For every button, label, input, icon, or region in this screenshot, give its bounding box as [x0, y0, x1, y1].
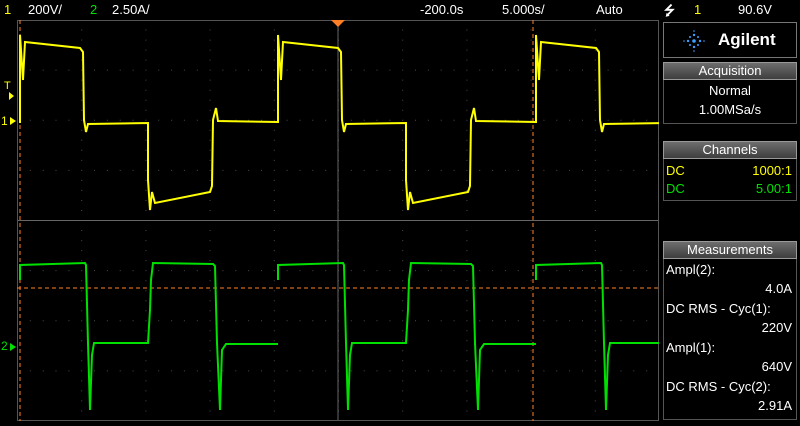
ch1-scale[interactable]: 200V/	[28, 2, 62, 17]
ch1-number[interactable]: 1	[4, 2, 11, 17]
trigger-marker-arrow-icon	[9, 92, 14, 100]
measurements-header[interactable]: Measurements	[663, 241, 797, 259]
meas-label-dcrms-1: DC RMS - Cyc(1):	[666, 301, 771, 316]
waveform-canvas[interactable]	[17, 19, 795, 422]
channels-section[interactable]: DC 1000:1 DC 5.00:1	[663, 159, 797, 201]
trigger-level[interactable]: 90.6V	[738, 2, 772, 17]
side-panel: Agilent Acquisition Normal 1.00MSa/s Cha…	[661, 22, 799, 420]
brand-logo: Agilent	[663, 22, 797, 58]
trigger-source[interactable]: 1	[694, 2, 701, 17]
ch2-number[interactable]: 2	[90, 2, 97, 17]
meas-value-dcrms-1: 220V	[761, 320, 792, 335]
measurements-section[interactable]: Ampl(2): 4.0A DC RMS - Cyc(1): 220V Ampl…	[663, 259, 797, 420]
ch2-waveform	[19, 261, 794, 411]
ch1-waveform	[19, 34, 795, 211]
ch1-coupling: DC	[666, 163, 685, 178]
ch2-probe: 5.00:1	[755, 181, 792, 196]
brand-name: Agilent	[718, 30, 776, 49]
acquisition-section[interactable]: Normal 1.00MSa/s	[663, 80, 797, 124]
agilent-spark-icon	[683, 30, 705, 52]
ch1-probe: 1000:1	[752, 163, 792, 178]
ch2-ground-marker[interactable]: 2	[0, 339, 16, 355]
ch1-marker-arrow-icon	[10, 117, 16, 125]
trigger-edge-icon: ⭍	[664, 3, 675, 18]
meas-label-dcrms-2: DC RMS - Cyc(2):	[666, 379, 771, 394]
waveform-display[interactable]	[17, 19, 795, 422]
trigger-position-icon	[331, 20, 345, 27]
time-scale[interactable]: 5.000s/	[502, 2, 545, 17]
ch2-coupling: DC	[666, 181, 685, 196]
meas-label-ampl-1: Ampl(1):	[666, 340, 716, 355]
meas-value-ampl-1: 640V	[761, 359, 792, 374]
channels-header[interactable]: Channels	[663, 141, 797, 159]
trigger-mode[interactable]: Auto	[596, 2, 623, 17]
acquisition-rate: 1.00MSa/s	[698, 102, 762, 117]
meas-label-ampl-2: Ampl(2):	[666, 262, 716, 277]
trigger-level-marker[interactable]: T	[0, 80, 16, 102]
ch2-marker-arrow-icon	[10, 343, 16, 351]
status-bar: 1 200V/ 2 2.50A/ -200.0s 5.000s/ Auto ⭍ …	[0, 0, 800, 20]
time-offset[interactable]: -200.0s	[420, 2, 463, 17]
acquisition-mode: Normal	[709, 83, 751, 98]
ch1-ground-marker[interactable]: 1	[0, 114, 16, 128]
acquisition-header[interactable]: Acquisition	[663, 62, 797, 80]
meas-value-dcrms-2: 2.91A	[758, 398, 792, 413]
meas-value-ampl-2: 4.0A	[765, 281, 792, 296]
ch2-scale[interactable]: 2.50A/	[112, 2, 150, 17]
